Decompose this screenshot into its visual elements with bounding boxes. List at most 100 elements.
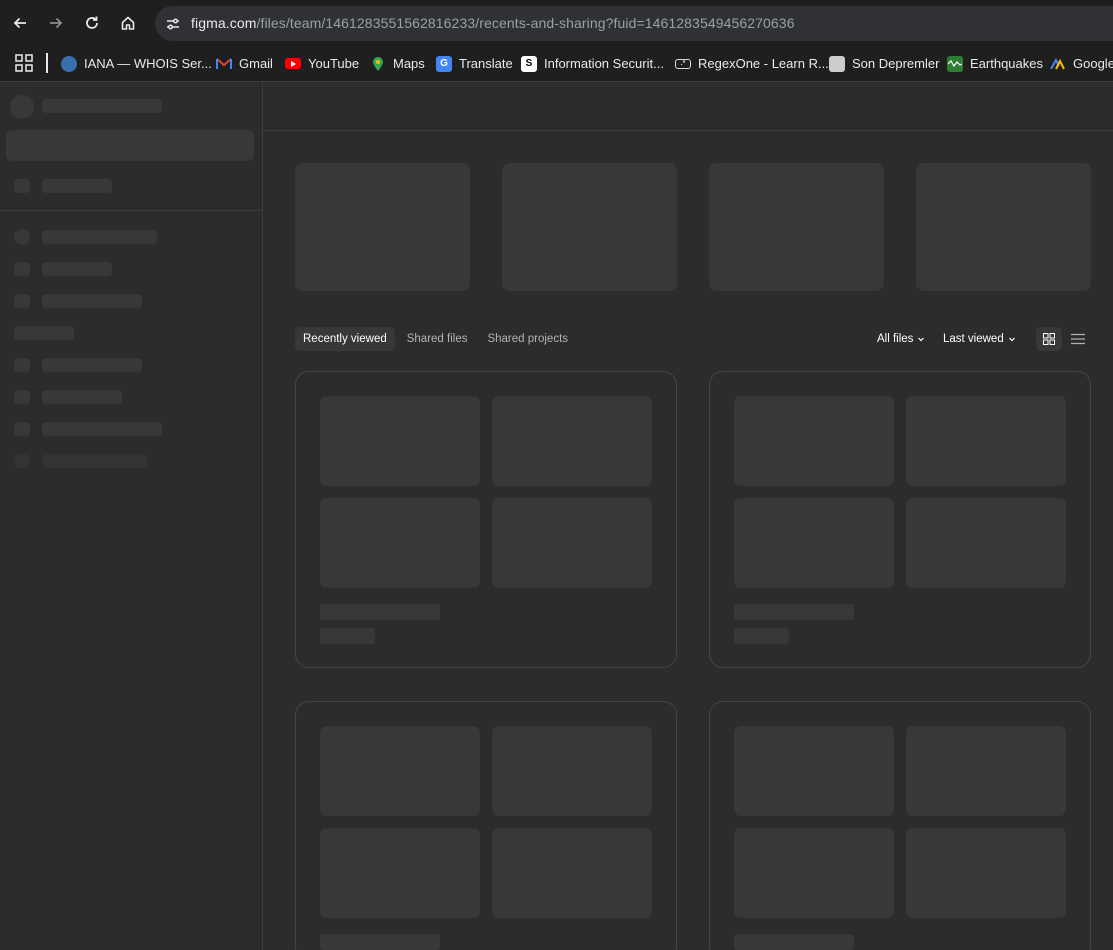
bookmark-youtube[interactable]: YouTube (285, 45, 359, 82)
sidebar-item-icon-skeleton (14, 229, 30, 245)
sidebar-item-icon-skeleton (14, 454, 30, 468)
card-thumbnail-skeleton (492, 828, 652, 918)
card-thumbnail-skeleton (492, 726, 652, 816)
card-thumbnail-skeleton (492, 498, 652, 588)
url-text: figma.com/files/team/1461283551562816233… (191, 15, 795, 31)
url-path: /files/team/1461283551562816233/recents-… (256, 15, 795, 31)
site-info-icon[interactable] (163, 14, 183, 34)
home-icon (121, 16, 135, 30)
card-thumbnail-skeleton (320, 396, 480, 486)
card-thumbnail-skeleton (734, 828, 894, 918)
infosec-icon: S (521, 55, 537, 72)
card-meta-skeleton (320, 628, 375, 644)
main-header (263, 82, 1113, 131)
card-thumbnail-skeleton (734, 396, 894, 486)
sidebar-item-icon-skeleton (14, 179, 30, 193)
regex-icon: .* (675, 58, 691, 69)
suggested-file-skeleton (295, 163, 470, 291)
card-title-skeleton (734, 934, 854, 950)
tab-recently-viewed[interactable]: Recently viewed (295, 327, 395, 351)
sidebar-item-skeleton (42, 422, 162, 436)
bookmark-label: YouTube (308, 56, 360, 71)
arrow-left-icon (13, 17, 26, 29)
url-host: figma.com (191, 15, 257, 31)
bookmark-earthquakes[interactable]: Earthquakes (947, 45, 1043, 82)
wave-chart-icon (947, 55, 963, 72)
sidebar (0, 82, 263, 950)
sidebar-avatar-skeleton (10, 95, 34, 119)
sidebar-item-skeleton (42, 454, 147, 468)
bookmark-infosec[interactable]: S Information Securit... (521, 45, 664, 82)
card-title-skeleton (734, 604, 854, 620)
bookmark-translate[interactable]: G Translate (436, 45, 513, 82)
main-content: Recently viewed Shared files Shared proj… (263, 82, 1113, 950)
bookmark-son-depremler[interactable]: Son Depremler (829, 45, 939, 82)
browser-toolbar: figma.com/files/team/1461283551562816233… (0, 0, 1113, 45)
bookmark-maps[interactable]: Maps (370, 45, 425, 82)
address-bar[interactable]: figma.com/files/team/1461283551562816233… (155, 6, 1113, 41)
chevron-down-icon (1008, 337, 1015, 342)
card-meta-skeleton (734, 628, 789, 644)
suggested-file-skeleton (916, 163, 1091, 291)
bookmark-regexone[interactable]: .* RegexOne - Learn R... (675, 45, 829, 82)
reload-button[interactable] (79, 8, 105, 38)
card-thumbnail-skeleton (734, 726, 894, 816)
project-card-skeleton[interactable] (709, 701, 1091, 950)
sidebar-team-name-skeleton (42, 99, 162, 113)
sidebar-item-icon-skeleton (14, 262, 30, 276)
sort-label: Last viewed (943, 333, 1004, 345)
project-card-skeleton[interactable] (295, 371, 677, 668)
grid-view-button[interactable] (1036, 327, 1062, 351)
globe-icon (61, 55, 77, 72)
suggested-file-skeleton (709, 163, 884, 291)
card-thumbnail-skeleton (906, 828, 1066, 918)
bookmark-iana[interactable]: IANA — WHOIS Ser... (61, 45, 212, 82)
file-tabs: Recently viewed Shared files Shared proj… (295, 327, 576, 351)
youtube-icon (285, 58, 301, 69)
bookmark-label: Son Depremler (852, 56, 940, 71)
list-icon (1071, 333, 1085, 345)
bookmarks-bar: IANA — WHOIS Ser... Gmail YouTube Maps G… (0, 45, 1113, 82)
project-card-skeleton[interactable] (295, 701, 677, 950)
card-thumbnail-skeleton (320, 828, 480, 918)
tab-shared-projects[interactable]: Shared projects (479, 327, 576, 351)
sidebar-item-icon-skeleton (14, 294, 30, 308)
sidebar-search-skeleton (6, 130, 254, 161)
sidebar-item-skeleton (42, 358, 142, 372)
sidebar-item-icon-skeleton (14, 390, 30, 404)
files-filter-dropdown[interactable]: All files (877, 327, 925, 351)
maps-pin-icon (370, 56, 386, 72)
grid-icon (1043, 333, 1055, 345)
bookmark-label: Maps (393, 56, 425, 71)
tab-shared-files[interactable]: Shared files (399, 327, 476, 351)
sidebar-item-skeleton (42, 179, 112, 193)
bookmark-gmail[interactable]: Gmail (216, 45, 273, 82)
translate-icon: G (436, 55, 452, 72)
sort-dropdown[interactable]: Last viewed (943, 327, 1016, 351)
sidebar-divider (0, 210, 262, 211)
earthquake-icon (829, 55, 845, 72)
sidebar-item-skeleton (42, 390, 122, 404)
back-button[interactable] (7, 8, 33, 38)
card-thumbnail-skeleton (906, 498, 1066, 588)
sidebar-item-skeleton (42, 230, 157, 244)
apps-grid-icon[interactable] (14, 53, 34, 73)
sidebar-item-icon-skeleton (14, 358, 30, 372)
home-button[interactable] (115, 8, 141, 38)
card-thumbnail-skeleton (906, 726, 1066, 816)
gmail-icon (216, 56, 232, 72)
bookmark-label: Google (1073, 56, 1113, 71)
bookmark-google[interactable]: Google (1050, 45, 1113, 82)
arrow-right-icon (50, 17, 63, 29)
bookmark-label: IANA — WHOIS Ser... (84, 56, 212, 71)
forward-button[interactable] (43, 8, 69, 38)
chevron-down-icon (918, 337, 925, 342)
card-thumbnail-skeleton (906, 396, 1066, 486)
list-view-button[interactable] (1065, 327, 1091, 351)
project-card-skeleton[interactable] (709, 371, 1091, 668)
bookmarks-separator (46, 53, 48, 73)
card-thumbnail-skeleton (320, 498, 480, 588)
bookmark-label: Information Securit... (544, 56, 664, 71)
bookmark-label: Earthquakes (970, 56, 1043, 71)
bookmark-label: Gmail (239, 56, 273, 71)
